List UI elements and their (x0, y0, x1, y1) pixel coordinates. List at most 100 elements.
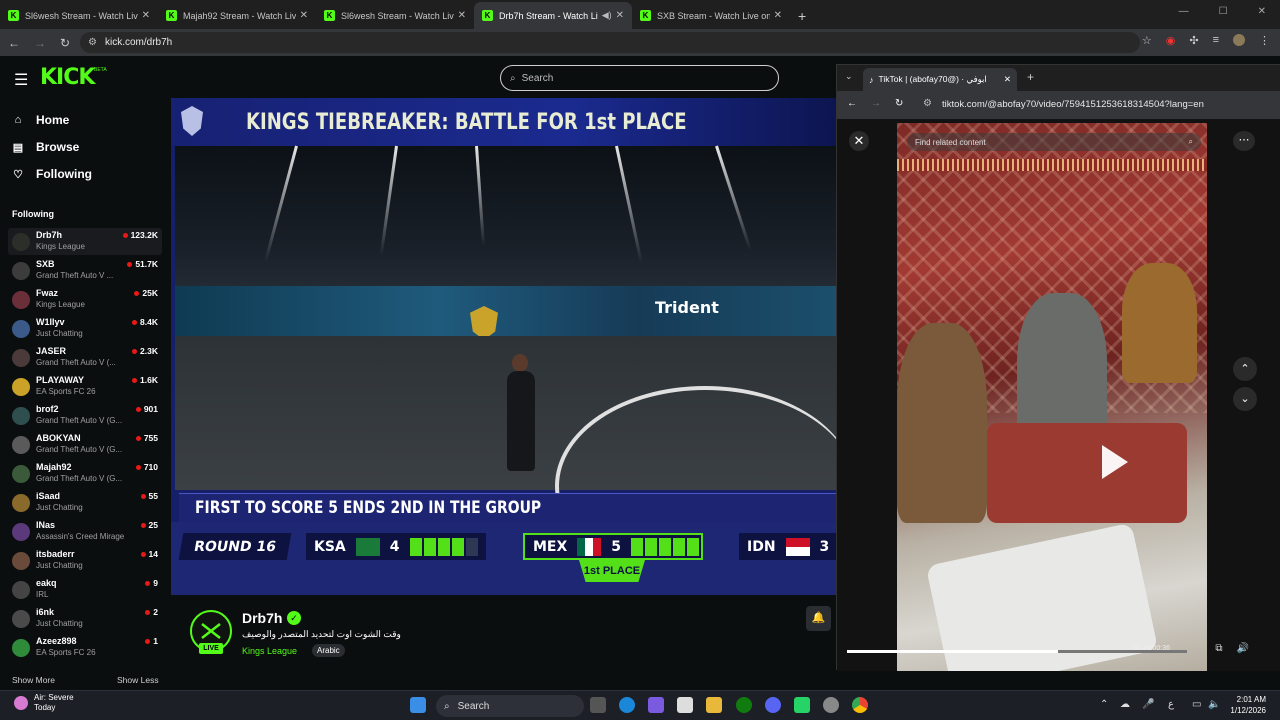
minimize-icon[interactable]: — (1179, 6, 1189, 17)
edge-icon[interactable] (619, 697, 635, 713)
previous-video-icon[interactable]: ⌃ (1233, 357, 1257, 381)
mexico-flag-icon (577, 537, 602, 556)
browser-tab[interactable]: K Sl6wesh Stream - Watch Live on Kick ✕ (316, 2, 474, 29)
channel-row[interactable]: Drb7h Kings League 123.2K (8, 228, 162, 255)
close-tab-icon[interactable]: ✕ (616, 10, 624, 21)
channel-game: Kings League (36, 242, 85, 251)
channel-row[interactable]: i6nk Just Chatting 2 (8, 605, 162, 632)
cloud-icon[interactable]: ☁ (1120, 699, 1130, 710)
browser-tab[interactable]: K Sl6wesh Stream - Watch Live on Kick ✕ (0, 2, 158, 29)
channel-row[interactable]: PLAYAWAY EA Sports FC 26 1.6K (8, 373, 162, 400)
kick-logo[interactable]: KICK (40, 65, 95, 90)
clock[interactable]: 2:01 AM 1/12/2026 (1230, 694, 1266, 716)
taskbar-search[interactable]: ⌕ Search (436, 695, 584, 717)
bookmark-star-icon[interactable]: ☆ (1142, 34, 1152, 47)
maximize-icon[interactable]: ☐ (1219, 6, 1228, 17)
browser-tab[interactable]: K SXB Stream - Watch Live on Kick ✕ (632, 2, 790, 29)
language-indicator-icon[interactable]: ع (1168, 699, 1174, 710)
channel-row[interactable]: brof2 Grand Theft Auto V (G... 901 (8, 402, 162, 429)
channel-row[interactable]: JASER Grand Theft Auto V (... 2.3K (8, 344, 162, 371)
extension-badge-icon[interactable]: ◉ (1166, 34, 1176, 47)
close-tab-icon[interactable]: ✕ (458, 10, 466, 21)
reload-icon[interactable]: ↻ (895, 98, 903, 109)
settings-icon[interactable] (823, 697, 839, 713)
new-tab-button[interactable]: + (790, 2, 814, 29)
progress-pip (631, 537, 644, 556)
search-input[interactable]: ⌕ Search (500, 65, 779, 91)
address-bar[interactable]: ⚙ kick.com/drb7h (80, 32, 1140, 53)
volume-icon[interactable]: 🔊 (1235, 643, 1251, 659)
microphone-icon[interactable]: 🎤 (1142, 699, 1154, 710)
new-tab-button[interactable]: + (1027, 70, 1034, 84)
store-icon[interactable] (677, 697, 693, 713)
sidebar-item-browse[interactable]: ▤ Browse (12, 140, 80, 154)
whatsapp-icon[interactable] (794, 697, 810, 713)
channel-row[interactable]: Fwaz Kings League 25K (8, 286, 162, 313)
sidebar-item-home[interactable]: ⌂ Home (12, 113, 70, 127)
video-player[interactable]: KINGS TIEBREAKER: BATTLE FOR 1st PLACE T… (171, 98, 836, 595)
channel-row[interactable]: itsbaderr Just Chatting 14 (8, 547, 162, 574)
media-queue-icon[interactable]: ≡ (1213, 34, 1219, 47)
extensions-puzzle-icon[interactable]: ✣ (1189, 34, 1198, 47)
volume-tray-icon[interactable]: 🔈 (1208, 699, 1220, 710)
kings-league-shield-icon (181, 106, 203, 136)
play-icon[interactable] (1102, 445, 1128, 479)
back-icon[interactable]: ← (847, 98, 857, 109)
next-video-icon[interactable]: ⌄ (1233, 387, 1257, 411)
tiktok-video[interactable] (897, 123, 1207, 671)
browser-tab[interactable]: K Majah92 Stream - Watch Live on Kick ✕ (158, 2, 316, 29)
close-tab-icon[interactable]: ✕ (300, 10, 308, 21)
show-less-button[interactable]: Show Less (117, 675, 159, 685)
channel-name: eakq (36, 578, 57, 588)
popup-url[interactable]: tiktok.com/@abofay70/video/7594151253618… (942, 99, 1204, 110)
notification-bell-icon[interactable]: 🔔 (806, 606, 831, 631)
audio-playing-icon[interactable]: ◀) (602, 10, 612, 21)
more-options-icon[interactable]: ⋯ (1233, 131, 1255, 151)
channel-row[interactable]: Majah92 Grand Theft Auto V (G... 710 (8, 460, 162, 487)
channel-row[interactable]: SXB Grand Theft Auto V ... 51.7K (8, 257, 162, 284)
browser-menu-icon[interactable]: ⋮ (1259, 34, 1270, 47)
hamburger-menu-icon[interactable]: ☰ (14, 70, 28, 90)
start-icon[interactable] (410, 697, 426, 713)
site-info-icon[interactable]: ⚙ (88, 37, 97, 48)
tray-chevron-icon[interactable]: ⌃ (1100, 699, 1108, 710)
channel-row[interactable]: W1llyv Just Chatting 8.4K (8, 315, 162, 342)
forward-icon[interactable]: → (871, 98, 881, 109)
show-more-button[interactable]: Show More (12, 675, 55, 685)
channel-row[interactable]: ABOKYAN Grand Theft Auto V (G... 755 (8, 431, 162, 458)
chrome-icon[interactable] (852, 697, 868, 713)
search-icon[interactable]: ⌕ (1189, 137, 1193, 147)
video-progress-played[interactable] (847, 650, 1058, 653)
file-explorer-icon[interactable] (706, 697, 722, 713)
find-related-input[interactable]: Find related content ⌕ (907, 133, 1201, 151)
pip-icon[interactable]: ⧉ (1211, 643, 1227, 659)
forward-icon[interactable]: → (34, 36, 46, 50)
channel-row[interactable]: INas Assassin's Creed Mirage 25 (8, 518, 162, 545)
weather-widget[interactable]: Air: Severe Today (14, 693, 74, 713)
live-dot-icon (132, 377, 138, 383)
sidebar-item-following[interactable]: ♡ Following (12, 167, 92, 181)
channel-row[interactable]: eakq IRL 9 (8, 576, 162, 603)
copilot-icon[interactable] (648, 697, 664, 713)
close-tab-icon[interactable]: ✕ (142, 10, 150, 21)
display-icon[interactable]: ▭ (1192, 699, 1201, 710)
tab-search-icon[interactable]: ⌄ (845, 71, 853, 82)
language-tag[interactable]: Arabic (312, 644, 345, 657)
close-tab-icon[interactable]: ✕ (774, 10, 782, 21)
close-tab-icon[interactable]: ✕ (1004, 74, 1011, 85)
close-window-icon[interactable]: ✕ (1258, 6, 1266, 17)
channel-row[interactable]: iSaad Just Chatting 55 (8, 489, 162, 516)
profile-avatar[interactable] (1233, 34, 1245, 46)
browser-tab-active[interactable]: K Drb7h Stream - Watch Live on Kick ◀) ✕ (474, 2, 632, 29)
xbox-icon[interactable] (736, 697, 752, 713)
reload-icon[interactable]: ↻ (60, 36, 70, 50)
close-video-icon[interactable]: ✕ (849, 131, 869, 151)
discord-icon[interactable] (765, 697, 781, 713)
channel-name[interactable]: Drb7h (242, 610, 282, 626)
site-info-icon[interactable]: ⚙ (923, 98, 932, 109)
channel-row[interactable]: Azeez898 EA Sports FC 26 1 (8, 634, 162, 661)
stream-category-link[interactable]: Kings League (242, 646, 297, 656)
task-view-icon[interactable] (590, 697, 606, 713)
tiktok-tab[interactable]: ♪ TikTok | (abofay70@) · ابوفي ✕ (863, 68, 1017, 91)
back-icon[interactable]: ← (8, 36, 20, 50)
